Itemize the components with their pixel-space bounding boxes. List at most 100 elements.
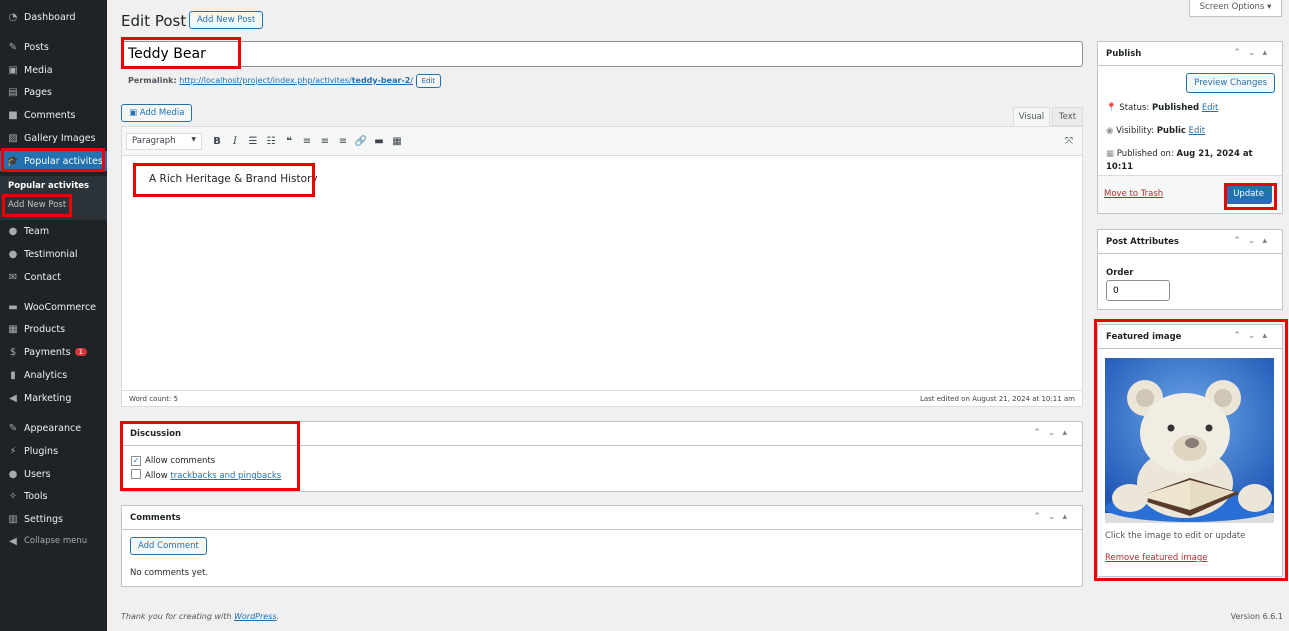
numbered-list-icon[interactable]: ☷ [262,136,280,147]
submenu-add-new-post[interactable]: Add New Post [8,200,66,210]
sidebar-item-label: Collapse menu [24,536,88,546]
permalink-link[interactable]: http://localhost/project/index.php/activ… [179,76,413,85]
box-controls-icon[interactable]: ⌃⌄▴ [1233,236,1274,246]
featured-image-box: Featured image ⌃⌄▴ Click the image to ed… [1097,324,1283,577]
remove-featured-image-link[interactable]: Remove featured image [1105,553,1207,563]
format-select[interactable]: Paragraph ▼ [126,132,202,150]
sidebar-item-label: Comments [24,109,76,121]
sidebar-item-appearance[interactable]: ✎ Appearance [0,418,107,438]
submenu-title[interactable]: Popular activites [8,181,89,191]
align-center-icon[interactable]: ≡ [316,136,334,147]
sidebar-item-popular-activites[interactable]: 🎓 Popular activites [0,151,107,171]
sidebar-item-tools[interactable]: ✧ Tools [0,486,107,506]
bold-icon[interactable]: B [208,136,226,147]
sidebar-item-label: Payments [24,346,71,358]
sidebar-item-woocommerce[interactable]: ▬ WooCommerce [0,297,107,317]
align-left-icon[interactable]: ≡ [298,136,316,147]
allow-comments[interactable]: ✓ Allow comments [131,456,215,466]
sidebar-item-label: Media [24,64,53,76]
wrench-icon: ✧ [8,490,18,502]
comment-icon: ■ [8,109,18,121]
trackbacks-link[interactable]: trackbacks and pingbacks [170,471,281,481]
order-input[interactable] [1106,280,1170,301]
person-icon: ● [8,225,18,237]
permalink-edit-button[interactable]: Edit [415,74,442,88]
discussion-title[interactable]: Discussion [122,422,1082,446]
fullscreen-icon[interactable]: ⤧ [1060,136,1078,147]
editor-content[interactable]: A Rich Heritage & Brand History [149,173,318,185]
sidebar-item-analytics[interactable]: ▮ Analytics [0,365,107,385]
status-row: 📍 Status: Published Edit [1106,103,1219,113]
box-controls-icon[interactable]: ⌃⌄▴ [1033,428,1074,438]
box-controls-icon[interactable]: ⌃⌄▴ [1033,512,1074,522]
post-attributes-box: Post Attributes ⌃⌄▴ Order [1097,229,1283,310]
sidebar-item-label: Analytics [24,369,68,381]
sidebar-item-payments[interactable]: $ Payments 1 [0,342,107,362]
sidebar-item-label: WooCommerce [24,301,97,313]
add-comment-button[interactable]: Add Comment [130,537,207,555]
calendar-icon: ▦ [1106,149,1117,159]
edit-status-link[interactable]: Edit [1202,103,1218,113]
edit-visibility-link[interactable]: Edit [1189,126,1205,136]
add-new-post-button[interactable]: Add New Post [189,11,264,29]
sidebar-item-contact[interactable]: ✉ Contact [0,267,107,287]
sidebar-item-collapse-menu[interactable]: ◀ Collapse menu [0,531,107,551]
preview-changes-button[interactable]: Preview Changes [1186,73,1275,93]
sidebar-item-label: Pages [24,86,52,98]
sidebar-item-dashboard[interactable]: ◔ Dashboard [0,7,107,27]
sidebar-item-media[interactable]: ▣ Media [0,60,107,80]
bullet-list-icon[interactable]: ☰ [244,136,262,147]
screen-options-button[interactable]: Screen Options ▾ [1189,0,1282,17]
read-more-icon[interactable]: ▬ [370,136,388,147]
sidebar-item-label: Gallery Images [24,132,96,144]
sidebar-item-label: Plugins [24,445,59,457]
sidebar-item-testimonial[interactable]: ● Testimonial [0,244,107,264]
discussion-box: Discussion ⌃⌄▴ ✓ Allow comments Allow tra… [121,421,1083,492]
tab-visual[interactable]: Visual [1013,107,1050,127]
megaphone-icon: ◀ [9,392,17,404]
footer-thanks: Thank you for creating with WordPress. [121,612,280,621]
sidebar-item-gallery-images[interactable]: ▨ Gallery Images [0,128,107,148]
link-icon[interactable]: 🔗 [352,136,370,147]
sidebar-item-marketing[interactable]: ◀ Marketing [0,388,107,408]
status-bar: Word count: 5 Last edited on August 21, 2… [122,390,1082,406]
sidebar-item-users[interactable]: ● Users [0,464,107,484]
sidebar-item-label: Settings [24,513,63,525]
sidebar-item-plugins[interactable]: ⚡ Plugins [0,441,107,461]
featured-image[interactable] [1105,358,1274,523]
update-button[interactable]: Update [1225,184,1272,204]
sidebar-item-products[interactable]: ▦ Products [0,319,107,339]
checkbox-icon [131,469,141,479]
notification-badge: 1 [74,348,88,356]
sidebar-item-label: Dashboard [24,11,76,23]
toolbar-toggle-icon[interactable]: ▦ [388,136,406,147]
sidebar-item-posts[interactable]: ✎ Posts [0,37,107,57]
visibility-row: ◉ Visibility: Public Edit [1106,126,1206,136]
graduation-cap-icon: 🎓 [6,155,20,167]
comments-title[interactable]: Comments [122,506,1082,530]
settings-icon: ▥ [8,513,18,525]
sidebar-item-label: Marketing [24,392,72,404]
sidebar-item-label: Testimonial [24,248,78,260]
box-controls-icon[interactable]: ⌃⌄▴ [1233,331,1274,341]
sidebar-item-label: Products [24,323,66,335]
box-controls-icon[interactable]: ⌃⌄▴ [1233,48,1274,58]
tab-text[interactable]: Text [1052,107,1083,126]
post-title-input[interactable] [121,41,1083,67]
italic-icon[interactable]: I [226,136,244,147]
sidebar-item-settings[interactable]: ▥ Settings [0,509,107,529]
admin-sidebar: Popular activites Add New Post ◔ Dashboar… [0,0,107,631]
align-right-icon[interactable]: ≡ [334,136,352,147]
dollar-icon: $ [9,346,17,358]
sidebar-item-comments[interactable]: ■ Comments [0,105,107,125]
sidebar-item-pages[interactable]: ▤ Pages [0,82,107,102]
no-comments: No comments yet. [130,568,209,578]
blockquote-icon[interactable]: ❝ [280,136,298,147]
page-title: Edit Post [121,12,187,30]
add-media-button[interactable]: ▣ Add Media [121,104,193,122]
wordpress-link[interactable]: WordPress [234,612,277,621]
sidebar-item-team[interactable]: ● Team [0,221,107,241]
move-to-trash-link[interactable]: Move to Trash [1104,189,1163,199]
sidebar-item-label: Appearance [24,422,82,434]
allow-trackbacks[interactable]: Allow trackbacks and pingbacks [131,469,281,481]
